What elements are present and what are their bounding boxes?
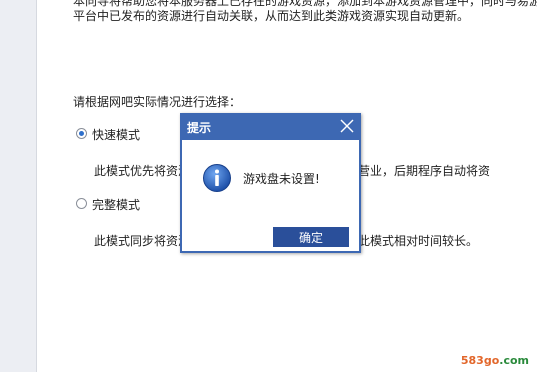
intro-line-2: 平台中已发布的资源进行自动关联，从而达到此类游戏资源实现自动更新。 (73, 9, 470, 23)
watermark-part-1: 583go (460, 354, 500, 367)
watermark-part-2: .com (499, 354, 529, 367)
alert-dialog: 提示 游戏盘未设置! 确定 (180, 113, 361, 253)
watermark: 583go.com (461, 354, 529, 367)
close-icon[interactable] (339, 118, 355, 134)
fast-mode-label[interactable]: 快速模式 (92, 126, 140, 143)
fast-mode-radio[interactable] (76, 128, 87, 139)
dialog-title-bar[interactable]: 提示 (180, 113, 361, 140)
dialog-message: 游戏盘未设置! (243, 172, 320, 186)
dialog-body: 游戏盘未设置! 确定 (182, 140, 359, 251)
selection-prompt: 请根据网吧实际情况进行选择： (73, 95, 242, 109)
full-mode-radio[interactable] (76, 198, 87, 209)
ok-button[interactable]: 确定 (273, 227, 349, 247)
left-sidebar-strip (0, 0, 37, 372)
dialog-title: 提示 (187, 121, 212, 135)
full-mode-label[interactable]: 完整模式 (92, 196, 140, 213)
info-icon (203, 164, 231, 192)
